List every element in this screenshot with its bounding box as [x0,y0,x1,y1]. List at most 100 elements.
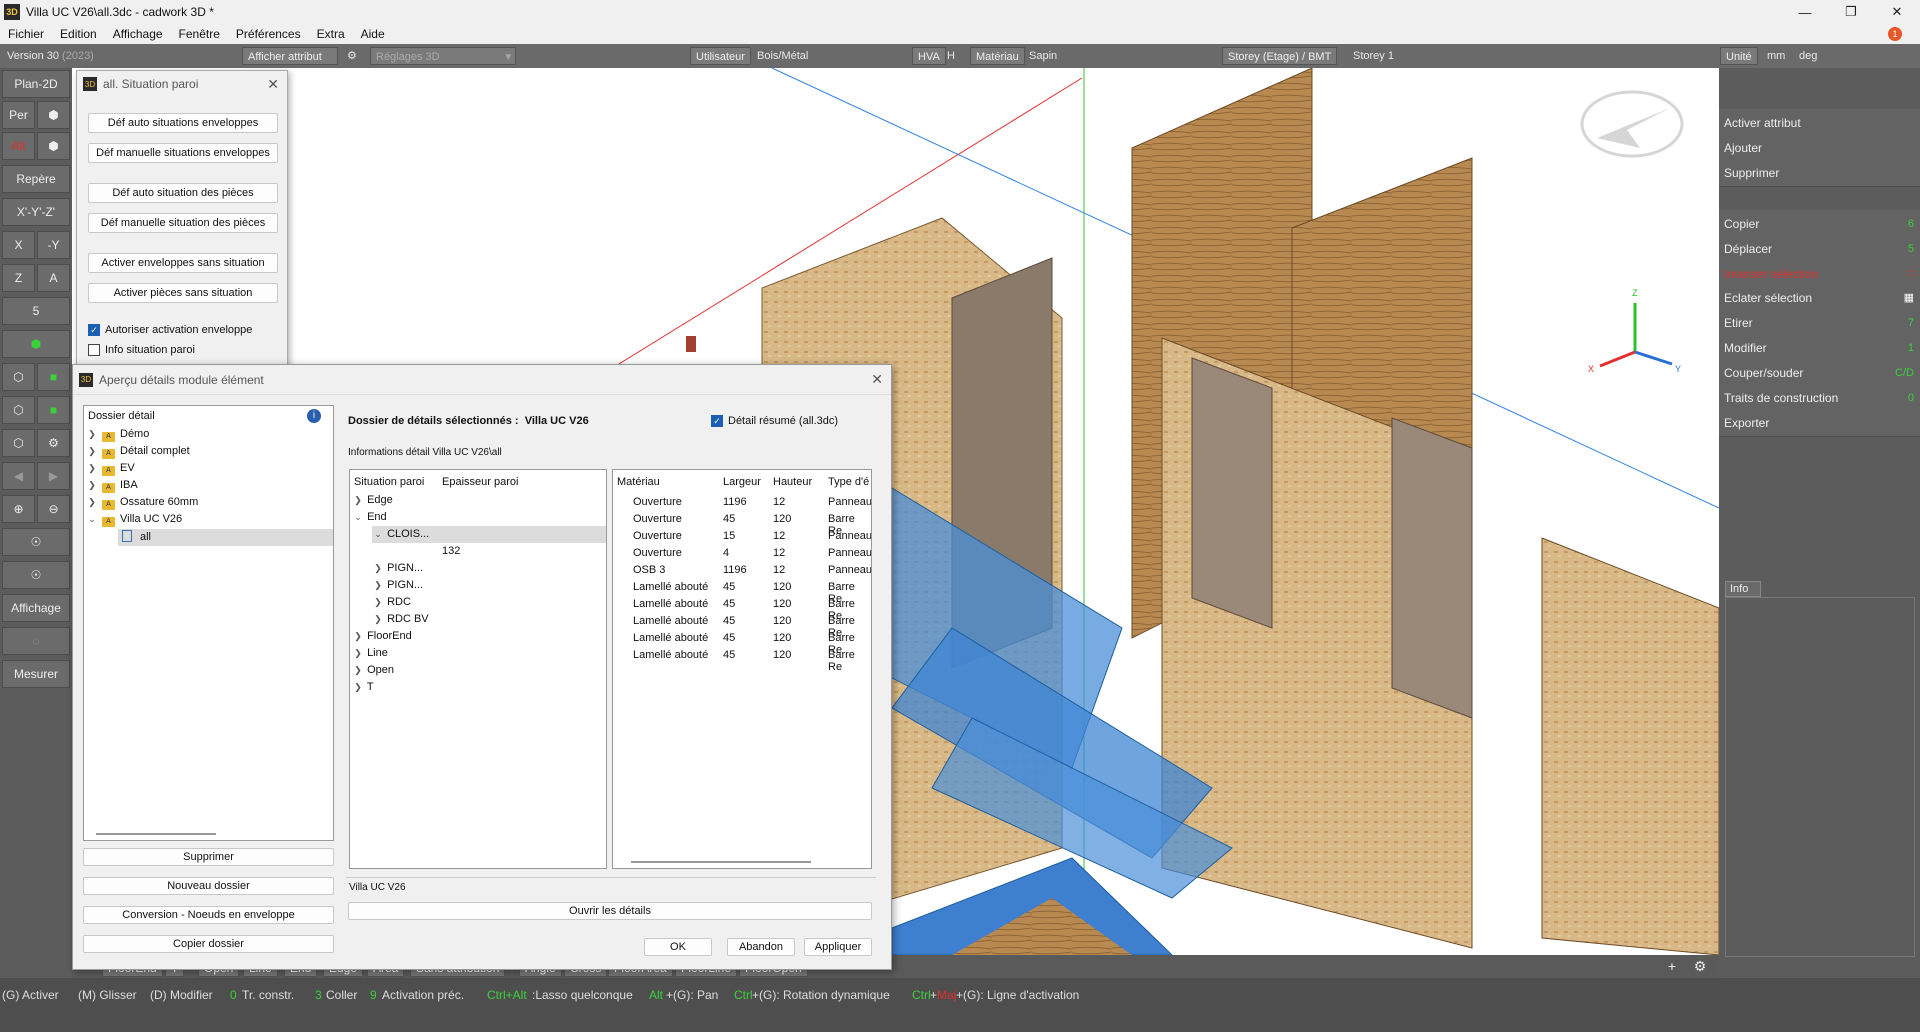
folder-item[interactable]: ⌄ A Villa UC V26 [86,511,182,528]
horizontal-scrollbar[interactable] [96,833,216,835]
info-tab[interactable]: Info [1725,581,1761,597]
cube-wire-icon[interactable]: ⬢ [37,101,70,129]
menu-edit[interactable]: Edition [52,27,105,41]
apply-button[interactable]: Appliquer [804,938,872,956]
a-button[interactable]: A [37,264,70,292]
tree-item[interactable]: ❯ Open [352,662,394,679]
delete-folder-button[interactable]: Supprimer [83,848,334,866]
table-row[interactable]: Lamellé abouté 45 120 Barre Re [613,613,871,639]
cube-outline-icon-2[interactable]: ⬡ [2,396,35,424]
z-button[interactable]: Z [2,264,35,292]
zoom-in-icon[interactable]: ⊕ [2,495,35,523]
close-icon[interactable]: ✕ [871,371,883,388]
cut-weld-button[interactable]: Couper/souder C/D [1719,359,1920,387]
cube-outline-icon-3[interactable]: ⬡ [2,429,35,457]
summary-detail-checkbox[interactable]: ✓ Détail résumé (all.3dc) [711,415,838,427]
zoom-window-icon[interactable]: ☉ [2,561,70,589]
display-button[interactable]: Affichage [2,594,70,622]
folder-item[interactable]: ❯ A IBA [86,477,138,494]
gear-icon-2[interactable]: ⚙ [37,429,70,457]
col-wall-thickness[interactable]: Epaisseur paroi [442,476,518,488]
menu-view[interactable]: Affichage [105,27,171,41]
green-cube-icon[interactable]: ■ [37,363,70,391]
manual-part-situation-button[interactable]: Déf manuelle situation des pièces [88,213,278,233]
table-row[interactable]: Lamellé abouté 45 120 Barre Re [613,630,871,656]
allow-envelope-activation-checkbox[interactable]: ✓ Autoriser activation enveloppe [88,324,252,336]
folder-item[interactable]: ❯ A Ossature 60mm [86,494,198,511]
explode-selection-button[interactable]: Eclater sélection ▦ [1719,284,1920,312]
tree-item[interactable]: ❯ PIGN... [372,560,423,577]
convert-nodes-button[interactable]: Conversion - Noeuds en enveloppe [83,906,334,924]
cube-icon[interactable]: ⬢ [37,132,70,160]
table-row[interactable]: Lamellé abouté 45 120 Barre Re [613,579,871,605]
plan-2d-button[interactable]: Plan-2D [2,70,70,98]
col-width[interactable]: Largeur [723,476,761,488]
ok-button[interactable]: OK [644,938,712,956]
tree-item[interactable]: ❯ FloorEnd [352,628,411,645]
next-view-icon[interactable]: ▶ [37,462,70,490]
zoom-out-icon[interactable]: ⊖ [37,495,70,523]
folder-item[interactable]: ❯ A Détail complet [86,443,190,460]
table-row[interactable]: OSB 3 1196 12 Panneau [613,562,871,579]
tree-item[interactable]: ❯ Line [352,645,388,662]
col-wall-situation[interactable]: Situation paroi [354,476,424,488]
copy-button[interactable]: Copier 6 [1719,210,1920,238]
col-material[interactable]: Matériau [617,476,660,488]
folder-child-all[interactable]: all [118,529,333,546]
hva-value[interactable]: H [942,47,960,65]
cancel-button[interactable]: Abandon [727,938,795,956]
x-button[interactable]: X [2,231,35,259]
gear-icon[interactable]: ⚙ [342,47,366,65]
previous-view-icon[interactable]: ◀ [2,462,35,490]
gear-icon-3[interactable]: ⚙ [1688,958,1712,976]
show-attribute-button[interactable]: Afficher attribut [242,47,338,65]
minus-y-button[interactable]: -Y [37,231,70,259]
folder-item[interactable]: ❯ A EV [86,460,135,477]
folder-item[interactable]: ❯ A Démo [86,426,149,443]
notification-badge[interactable]: 1 [1888,27,1902,41]
table-row[interactable]: Ouverture 15 12 Panneau [613,528,871,545]
table-row[interactable]: Ouverture 1196 12 Panneau [613,494,871,511]
storey-value[interactable]: Storey 1 [1348,47,1399,65]
render-icon[interactable]: ⬢ [2,330,70,358]
menu-extra[interactable]: Extra [309,27,353,41]
tree-item[interactable]: ⌄ End [352,509,386,526]
horizontal-scrollbar[interactable] [631,861,811,863]
tree-item-selected[interactable]: ⌄ CLOIS... [372,526,606,543]
perspective-button[interactable]: Per [2,101,35,129]
unit-angle[interactable]: deg [1794,47,1822,65]
maximize-icon[interactable]: ❐ [1828,0,1874,24]
close-icon[interactable]: ✕ [267,76,279,93]
menu-file[interactable]: Fichier [0,27,52,41]
cube-outline-icon[interactable]: ⬡ [2,363,35,391]
menu-help[interactable]: Aide [353,27,393,41]
green-cube-icon-2[interactable]: ■ [37,396,70,424]
copy-folder-button[interactable]: Copier dossier [83,935,334,953]
tree-item[interactable]: ❯ T [352,679,373,696]
plus-icon[interactable]: + [1660,958,1684,976]
wall-situation-info-checkbox[interactable]: Info situation paroi [88,344,195,356]
close-icon[interactable]: ✕ [1874,0,1920,24]
modify-button[interactable]: Modifier 1 [1719,334,1920,362]
activate-envelopes-without-situation-button[interactable]: Activer enveloppes sans situation [88,253,278,273]
stretch-button[interactable]: Etirer 7 [1719,309,1920,337]
tree-item[interactable]: ❯ RDC [372,594,411,611]
auto-envelope-situations-button[interactable]: Déf auto situations enveloppes [88,113,278,133]
menu-window[interactable]: Fenêtre [171,27,228,41]
measure-button[interactable]: Mesurer [2,660,70,688]
new-folder-button[interactable]: Nouveau dossier [83,877,334,895]
user-value[interactable]: Bois/Métal [752,47,813,65]
info-icon[interactable]: i [307,409,321,423]
menu-preferences[interactable]: Préférences [228,27,309,41]
auto-part-situation-button[interactable]: Déf auto situation des pièces [88,183,278,203]
construction-lines-button[interactable]: Traits de construction 0 [1719,384,1920,412]
xyz-button[interactable]: X'-Y'-Z' [2,198,70,226]
export-button[interactable]: Exporter [1719,409,1920,437]
col-height[interactable]: Hauteur [773,476,812,488]
tree-item[interactable]: ❯ PIGN... [372,577,423,594]
manual-envelope-situations-button[interactable]: Déf manuelle situations enveloppes [88,143,278,163]
col-type[interactable]: Type d'é [828,476,869,488]
open-details-button[interactable]: Ouvrir les détails [348,902,872,920]
tree-item[interactable]: ❯ Edge [352,492,393,509]
settings-3d-select[interactable]: Réglages 3D ▾ [370,47,516,65]
